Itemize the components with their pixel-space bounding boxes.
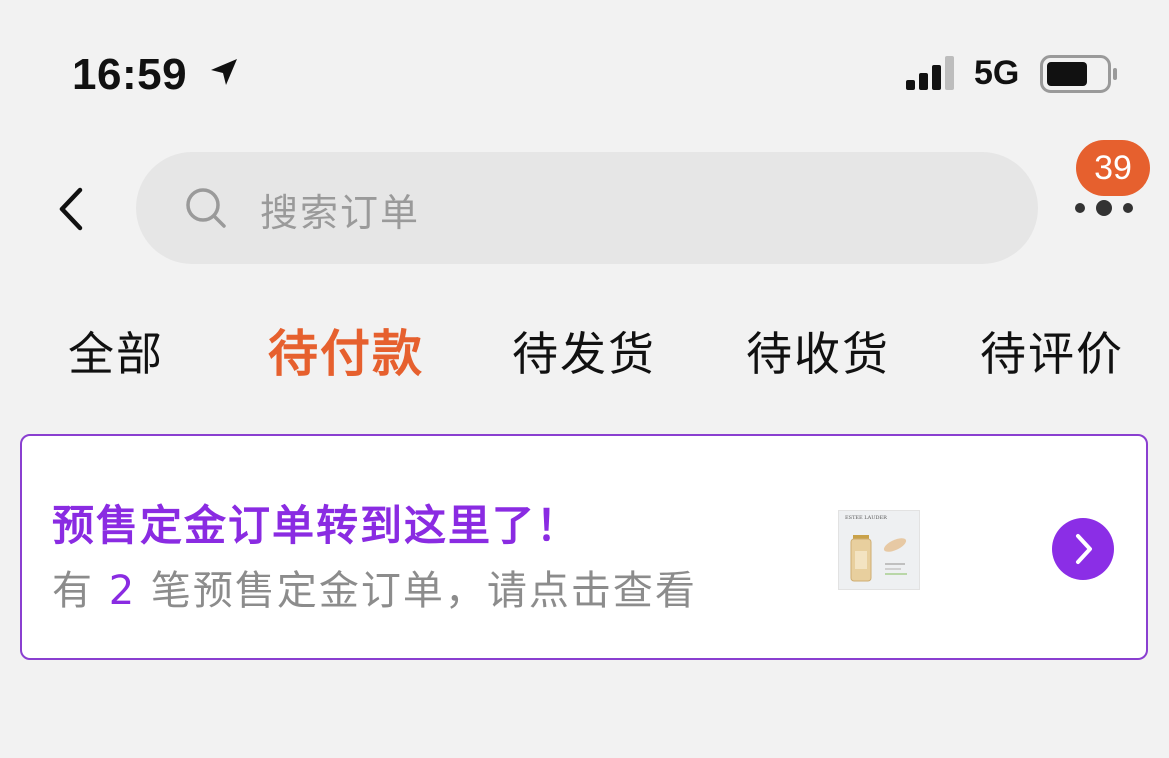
network-label: 5G xyxy=(974,54,1020,92)
signal-icon xyxy=(906,56,954,90)
tab-pending-payment[interactable]: 待付款 xyxy=(268,314,424,386)
search-input[interactable]: 搜索订单 xyxy=(136,152,1038,264)
order-tabs: 全部 待付款 待发货 待收货 待评价 xyxy=(0,318,1169,384)
more-icon[interactable] xyxy=(1072,196,1136,222)
notification-badge: 39 xyxy=(1076,140,1150,196)
tab-all[interactable]: 全部 xyxy=(68,318,164,384)
presale-order-card[interactable]: 预售定金订单转到这里了！ 有 2 笔预售定金订单，请点击查看 ESTEE LAU… xyxy=(20,434,1148,660)
back-icon[interactable] xyxy=(54,186,90,232)
tab-pending-receipt[interactable]: 待收货 xyxy=(746,318,890,384)
product-thumbnail: ESTEE LAUDER xyxy=(838,510,920,590)
tab-pending-review[interactable]: 待评价 xyxy=(980,318,1124,384)
status-time: 16:59 xyxy=(72,50,188,99)
presale-card-title: 预售定金订单转到这里了！ xyxy=(52,501,581,550)
subtitle-prefix: 有 xyxy=(52,568,94,614)
brand-text: ESTEE LAUDER xyxy=(845,515,887,521)
search-icon xyxy=(186,188,226,228)
presale-order-count: 2 xyxy=(108,568,137,614)
search-placeholder: 搜索订单 xyxy=(260,191,421,235)
battery-icon xyxy=(1040,55,1117,93)
subtitle-suffix: 笔预售定金订单，请点击查看 xyxy=(150,568,697,614)
chevron-right-icon xyxy=(1076,534,1092,564)
presale-card-subtitle: 有 2 笔预售定金订单，请点击查看 xyxy=(52,558,697,616)
view-presale-button[interactable] xyxy=(1052,518,1114,580)
tab-pending-shipment[interactable]: 待发货 xyxy=(512,318,656,384)
location-arrow-icon xyxy=(211,59,237,85)
